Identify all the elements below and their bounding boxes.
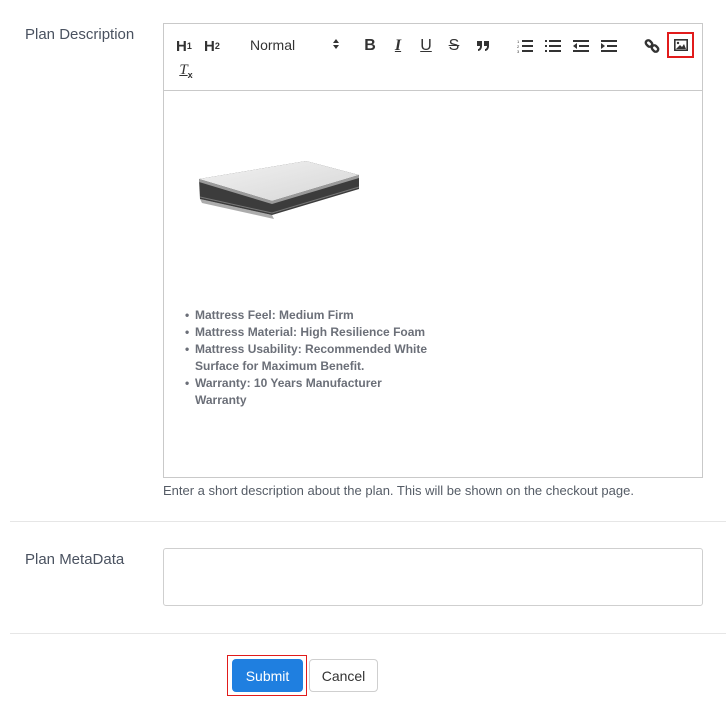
header-2-button[interactable]: H2 (204, 35, 220, 57)
header-1-label: H (176, 37, 187, 55)
feature-item: Mattress Usability: Recommended White Su… (184, 341, 434, 375)
ordered-list-icon: 123 (517, 39, 533, 53)
quote-icon (476, 40, 490, 52)
header-2-sub: 2 (214, 41, 220, 51)
plan-metadata-label: Plan MetaData (25, 551, 125, 568)
ordered-list-button[interactable]: 123 (516, 35, 534, 57)
indent-button[interactable] (600, 35, 618, 57)
image-button[interactable] (667, 32, 694, 58)
description-help-text: Enter a short description about the plan… (163, 483, 634, 498)
header-1-sub: 1 (186, 41, 192, 51)
clean-format-button[interactable]: Tx (178, 60, 194, 82)
link-icon (644, 38, 660, 54)
strike-icon: S (448, 37, 460, 54)
clear-format-icon: Tx (179, 62, 193, 80)
bold-icon: B (364, 37, 376, 54)
outdent-icon (573, 39, 589, 53)
feature-item: Mattress Material: High Resilience Foam (184, 324, 434, 341)
italic-button[interactable]: I (390, 35, 406, 57)
svg-text:3: 3 (517, 49, 520, 53)
mattress-image (194, 153, 360, 235)
indent-icon (601, 39, 617, 53)
select-arrows-icon (332, 37, 340, 53)
bold-button[interactable]: B (362, 35, 378, 57)
submit-button[interactable]: Submit (232, 659, 303, 692)
bullet-list-icon (545, 39, 561, 53)
plan-metadata-input[interactable] (163, 548, 703, 606)
bullet-list-button[interactable] (544, 35, 562, 57)
editor-toolbar: H1 H2 Normal B I U S 123 Tx (164, 24, 702, 91)
header-2-label: H (204, 37, 215, 55)
underline-button[interactable]: U (418, 35, 434, 57)
cancel-button[interactable]: Cancel (309, 659, 378, 692)
strike-button[interactable]: S (446, 35, 462, 57)
editor-content[interactable]: Mattress Feel: Medium Firm Mattress Mate… (164, 91, 702, 477)
feature-list: Mattress Feel: Medium Firm Mattress Mate… (184, 307, 434, 409)
outdent-button[interactable] (572, 35, 590, 57)
section-divider (10, 521, 726, 522)
section-divider (10, 633, 726, 634)
feature-item: Warranty: 10 Years Manufacturer Warranty (184, 375, 434, 409)
header-1-button[interactable]: H1 (176, 35, 192, 57)
format-select-value: Normal (250, 37, 296, 53)
feature-item: Mattress Feel: Medium Firm (184, 307, 434, 324)
image-icon (673, 39, 688, 51)
blockquote-button[interactable] (474, 35, 492, 57)
format-select[interactable]: Normal (250, 34, 340, 56)
italic-icon: I (394, 37, 402, 54)
rich-text-editor: H1 H2 Normal B I U S 123 Tx • Mattress F… (163, 23, 703, 478)
link-button[interactable] (643, 35, 661, 57)
plan-description-label: Plan Description (25, 26, 135, 43)
underline-icon: U (420, 37, 432, 54)
